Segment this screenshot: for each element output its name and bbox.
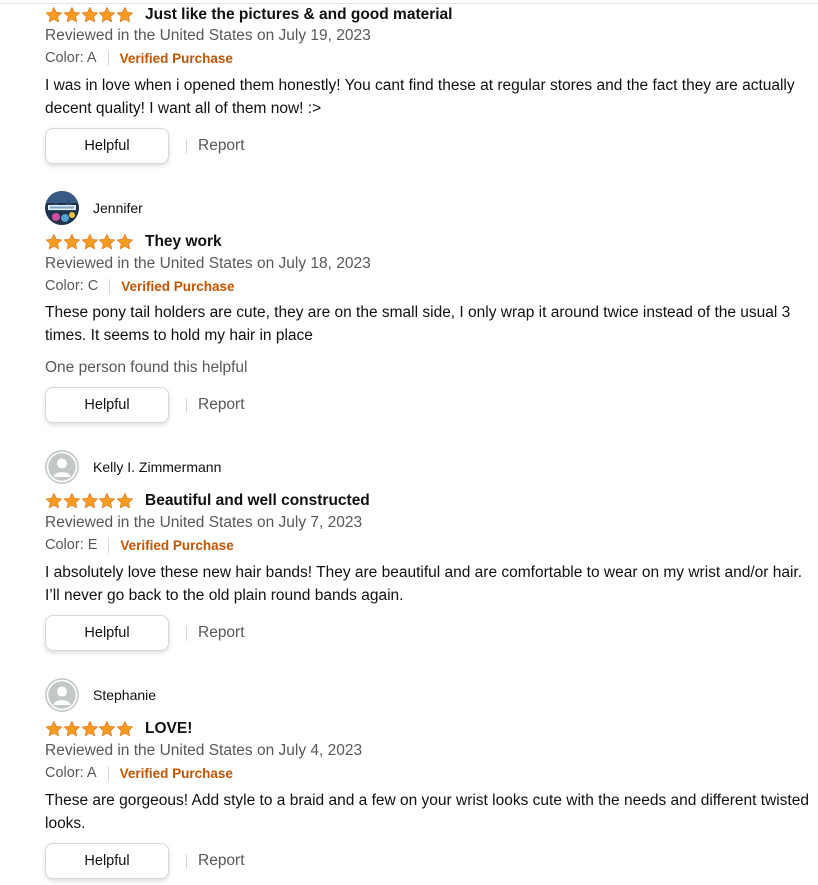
reviewer-profile[interactable]: Jennifer — [45, 191, 143, 225]
star-icon — [117, 234, 134, 250]
variant-link[interactable]: Color: A — [45, 50, 97, 66]
review-title[interactable]: Just like the pictures & and good materi… — [145, 6, 453, 24]
star-rating[interactable] — [45, 233, 134, 251]
star-rating[interactable] — [45, 6, 134, 24]
star-icon — [81, 234, 98, 250]
star-icon — [45, 493, 62, 509]
meta-divider — [109, 278, 111, 294]
star-icon — [99, 234, 116, 250]
meta-divider — [107, 765, 109, 781]
star-icon — [117, 493, 134, 509]
review-title-row: They work — [45, 232, 222, 252]
review-title[interactable]: They work — [145, 233, 222, 251]
review-meta: Color: E Verified Purchase — [45, 537, 234, 553]
review-title[interactable]: LOVE! — [145, 720, 192, 738]
star-icon — [117, 721, 134, 737]
reviewer-name[interactable]: Stephanie — [93, 687, 156, 703]
variant-link[interactable]: Color: A — [45, 765, 97, 781]
review-actions: Helpful Report — [45, 843, 245, 879]
action-divider — [186, 397, 187, 413]
star-icon — [117, 7, 134, 23]
review-actions: Helpful Report — [45, 128, 245, 164]
report-link[interactable]: Report — [198, 852, 245, 870]
star-rating[interactable] — [45, 720, 134, 738]
action-divider — [186, 625, 187, 641]
report-link[interactable]: Report — [198, 396, 245, 414]
helpful-button[interactable]: Helpful — [45, 387, 169, 423]
top-divider — [0, 3, 818, 4]
helpful-count: One person found this helpful — [45, 359, 248, 376]
star-icon — [45, 721, 62, 737]
review-title-row: Just like the pictures & and good materi… — [45, 5, 453, 25]
star-icon — [63, 234, 80, 250]
default-avatar-icon — [45, 450, 79, 484]
reviewer-profile[interactable]: Kelly I. Zimmermann — [45, 450, 221, 484]
star-icon — [63, 721, 80, 737]
action-divider — [186, 853, 187, 869]
helpful-button[interactable]: Helpful — [45, 128, 169, 164]
default-avatar-icon — [45, 678, 79, 712]
variant-link[interactable]: Color: E — [45, 537, 97, 553]
review-title-row: LOVE! — [45, 719, 192, 739]
star-icon — [63, 7, 80, 23]
star-icon — [99, 721, 116, 737]
action-divider — [186, 138, 187, 154]
verified-purchase-badge: Verified Purchase — [119, 50, 233, 66]
review-title[interactable]: Beautiful and well constructed — [145, 492, 370, 510]
star-icon — [99, 493, 116, 509]
review-meta: Color: C Verified Purchase — [45, 278, 235, 294]
verified-purchase-badge: Verified Purchase — [121, 278, 235, 294]
star-icon — [81, 7, 98, 23]
report-link[interactable]: Report — [198, 624, 245, 642]
star-icon — [99, 7, 116, 23]
review-meta: Color: A Verified Purchase — [45, 50, 233, 66]
variant-link[interactable]: Color: C — [45, 278, 98, 294]
reviewer-profile[interactable]: Stephanie — [45, 678, 156, 712]
reviewer-name[interactable]: Jennifer — [93, 200, 143, 216]
review-body: These pony tail holders are cute, they a… — [45, 304, 791, 344]
verified-purchase-badge: Verified Purchase — [120, 537, 234, 553]
star-icon — [81, 493, 98, 509]
helpful-button[interactable]: Helpful — [45, 843, 169, 879]
star-rating[interactable] — [45, 492, 134, 510]
review-title-row: Beautiful and well constructed — [45, 491, 370, 511]
star-icon — [81, 721, 98, 737]
review-body: I absolutely love these new hair bands! … — [45, 564, 803, 604]
review-body: These are gorgeous! Add style to a braid… — [45, 792, 809, 832]
review-date: Reviewed in the United States on July 19… — [45, 27, 371, 44]
meta-divider — [107, 50, 109, 66]
meta-divider — [108, 537, 110, 553]
review-actions: Helpful Report — [45, 387, 245, 423]
review-actions: Helpful Report — [45, 615, 245, 651]
review-date: Reviewed in the United States on July 7,… — [45, 514, 363, 531]
report-link[interactable]: Report — [198, 137, 245, 155]
helpful-button[interactable]: Helpful — [45, 615, 169, 651]
reviewer-name[interactable]: Kelly I. Zimmermann — [93, 459, 221, 475]
star-icon — [45, 234, 62, 250]
review-meta: Color: A Verified Purchase — [45, 765, 233, 781]
review-date: Reviewed in the United States on July 4,… — [45, 742, 363, 759]
review-body: I was in love when i opened them honestl… — [45, 77, 795, 117]
review-date: Reviewed in the United States on July 18… — [45, 255, 371, 272]
star-icon — [63, 493, 80, 509]
star-icon — [45, 7, 62, 23]
reviewer-photo-avatar — [45, 191, 79, 225]
verified-purchase-badge: Verified Purchase — [119, 765, 233, 781]
